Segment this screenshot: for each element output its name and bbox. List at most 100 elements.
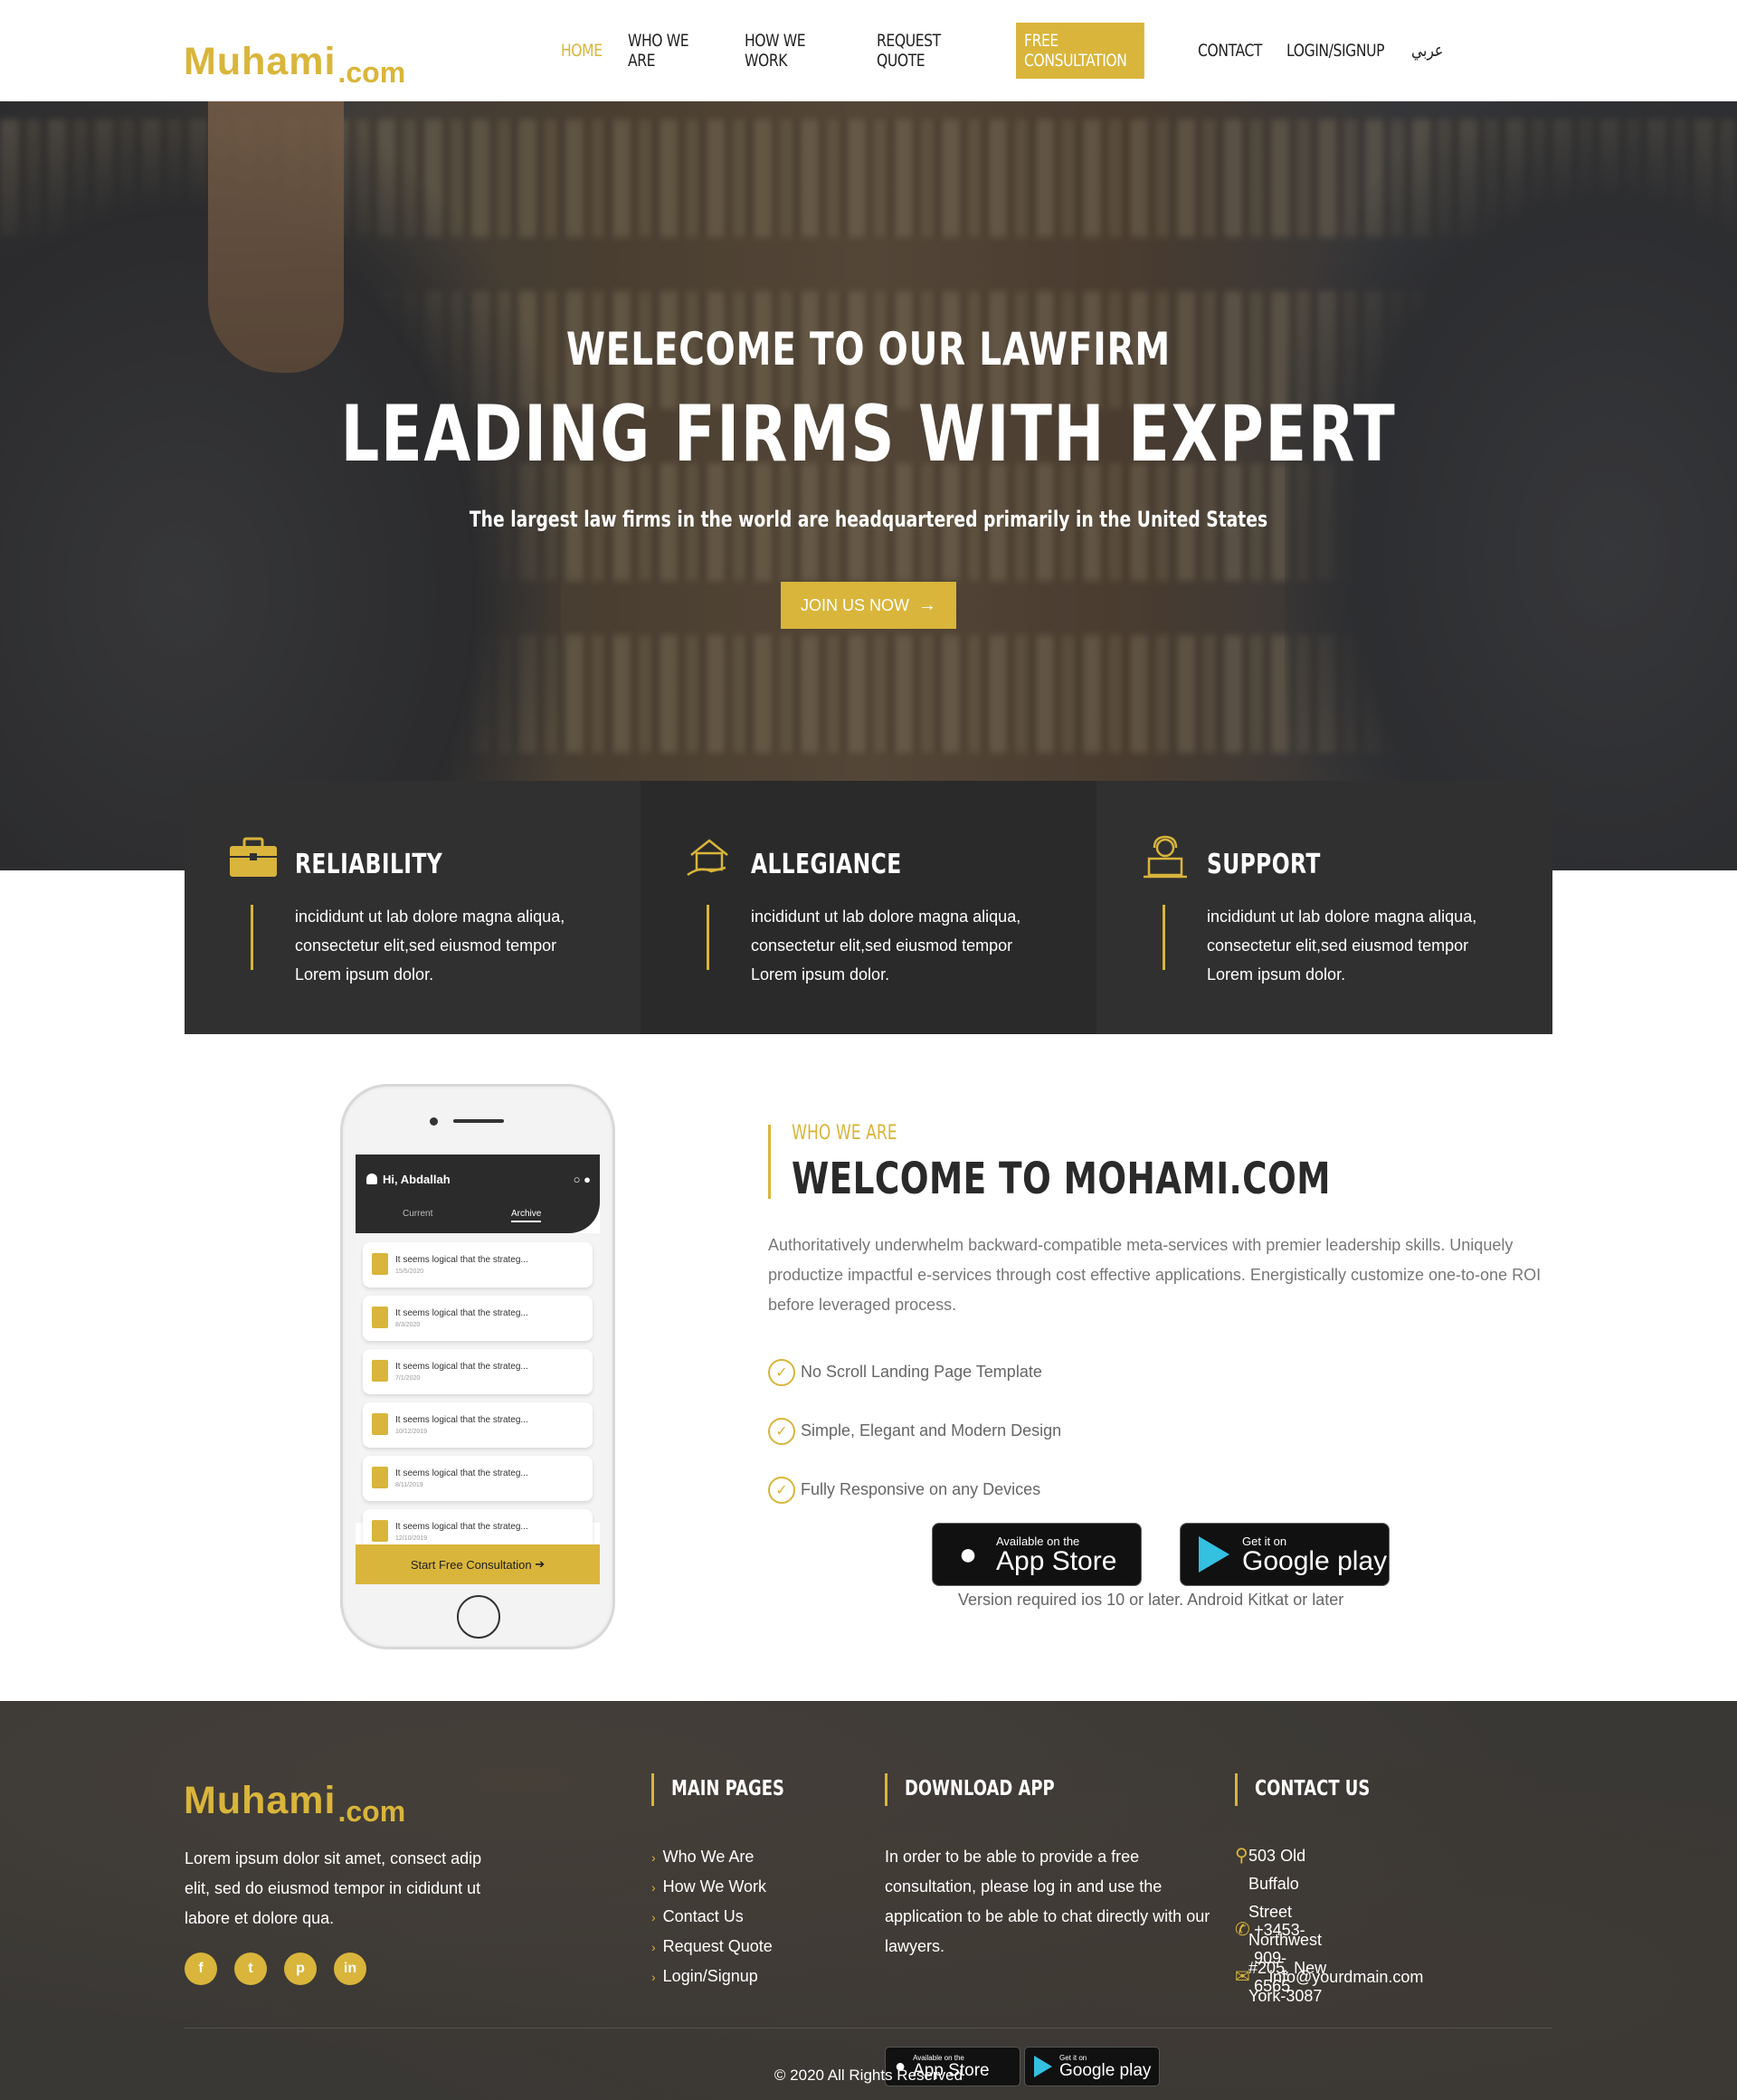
facebook-icon[interactable]: f	[185, 1953, 217, 1985]
hero-section: WELECOME TO OUR LAWFIRM LEADING FIRMS WI…	[0, 101, 1737, 870]
app-list-item: It seems logical that the strateg... 10/1…	[363, 1402, 593, 1448]
join-us-button[interactable]: JOIN US NOW →	[781, 582, 956, 629]
app-item-date: 12/10/2019	[395, 1535, 428, 1542]
check-badge-icon: ✓	[768, 1476, 795, 1504]
app-item-title: It seems logical that the strateg...	[395, 1522, 528, 1532]
feature-check-text: No Scroll Landing Page Template	[801, 1363, 1042, 1381]
feature-check-text: Fully Responsive on any Devices	[801, 1480, 1041, 1498]
social-links: f t p in	[185, 1953, 384, 1985]
email-text[interactable]: info@yourdmain.com	[1269, 1963, 1423, 1991]
nav-login-signup[interactable]: LOGIN/SIGNUP	[1286, 41, 1384, 61]
join-us-label: JOIN US NOW	[801, 595, 909, 614]
nav-request-quote[interactable]: REQUEST QUOTE	[877, 31, 970, 71]
app-store-text: Available on the App Store	[996, 1535, 1116, 1575]
footer-link[interactable]: › Login/Signup	[651, 1962, 773, 1991]
google-play-big: Google play	[1242, 1545, 1388, 1576]
app-consultation-list: It seems logical that the strateg... 15/5…	[356, 1233, 600, 1554]
app-list-item: It seems logical that the strateg... 7/1/…	[363, 1349, 593, 1394]
document-icon	[372, 1253, 388, 1275]
site-footer: Muhami .com Lorem ipsum dolor sit amet, …	[0, 1701, 1737, 2100]
nav-who-we-are[interactable]: WHO WE ARE	[628, 31, 703, 71]
feature-card-support: SUPPORT incididunt ut lab dolore magna a…	[1096, 781, 1552, 1034]
user-icon	[366, 1174, 377, 1184]
nav-home[interactable]: HOME	[561, 41, 603, 61]
house-hand-icon	[687, 839, 728, 877]
document-icon	[372, 1520, 388, 1542]
footer-accent-bar	[885, 1773, 887, 1806]
footer-link[interactable]: › Request Quote	[651, 1932, 773, 1962]
app-user: Hi, Abdallah	[366, 1173, 451, 1186]
google-play-icon	[1199, 1536, 1229, 1573]
feature-title: ALLEGIANCE	[751, 849, 902, 880]
feature-divider	[251, 905, 253, 970]
footer-link-label: Login/Signup	[662, 1967, 758, 1985]
footer-link[interactable]: › How We Work	[651, 1872, 773, 1902]
logo-suffix-text: .com	[337, 1795, 406, 1828]
more-icon: ●	[584, 1173, 591, 1186]
feature-check-item: ✓ Fully Responsive on any Devices	[768, 1460, 1061, 1519]
app-greeting: Hi, Abdallah	[383, 1173, 451, 1186]
footer-link-label: Contact Us	[662, 1907, 744, 1925]
app-item-title: It seems logical that the strateg...	[395, 1362, 528, 1372]
feature-check-item: ✓ Simple, Elegant and Modern Design	[768, 1402, 1061, 1460]
nav-language-arabic[interactable]: عربي	[1411, 41, 1444, 61]
app-store-big: App Store	[996, 1545, 1117, 1576]
footer-download-text: In order to be able to provide a free co…	[885, 1848, 1210, 1955]
hero-subtitle: The largest law firms in the world are h…	[469, 507, 1268, 532]
footer-heading: CONTACT US	[1255, 1777, 1371, 1801]
footer-link-label: How We Work	[662, 1877, 767, 1896]
footer-heading: DOWNLOAD APP	[905, 1777, 1055, 1801]
app-tab-current: Current	[403, 1209, 433, 1219]
app-store-button[interactable]: ● Available on the App Store	[932, 1523, 1142, 1586]
app-item-title: It seems logical that the strateg...	[395, 1255, 528, 1265]
nav-how-we-work[interactable]: HOW WE WORK	[745, 31, 832, 71]
hero-welcome: WELECOME TO OUR LAWFIRM	[566, 323, 1171, 375]
linkedin-icon[interactable]: in	[334, 1953, 366, 1985]
phone-camera	[430, 1117, 438, 1126]
pinterest-icon[interactable]: p	[284, 1953, 317, 1985]
apple-icon: ●	[958, 1536, 978, 1572]
app-item-date: 7/1/2020	[395, 1375, 421, 1382]
app-list-item: It seems logical that the strateg... 8/11…	[363, 1456, 593, 1501]
phone-mockup: Hi, Abdallah ○ ● Current Archive It seem…	[340, 1084, 615, 1649]
phone-screen: Hi, Abdallah ○ ● Current Archive It seem…	[356, 1155, 600, 1584]
feature-title: RELIABILITY	[295, 849, 443, 880]
nav-free-consultation-button[interactable]: FREE CONSULTATION	[1016, 23, 1144, 79]
search-icon: ○	[573, 1173, 581, 1186]
logo-main-text: Muhami	[184, 40, 337, 83]
copyright: © 2020 All Rights Reserved	[774, 2067, 963, 2084]
mail-icon: ✉	[1235, 1967, 1250, 1987]
app-list-item: It seems logical that the strateg... 15/5…	[363, 1242, 593, 1288]
arrow-circle-icon: ➔	[535, 1557, 546, 1571]
site-logo[interactable]: Muhami .com	[184, 27, 405, 88]
about-accent-bar	[768, 1125, 771, 1199]
feature-card-allegiance: ALLEGIANCE incididunt ut lab dolore magn…	[641, 781, 1096, 1034]
google-play-button[interactable]: Get it on Google play	[1180, 1523, 1390, 1586]
nav-contact[interactable]: CONTACT	[1198, 41, 1262, 61]
app-item-date: 10/12/2019	[395, 1429, 428, 1435]
footer-accent-bar	[1235, 1773, 1238, 1806]
app-item-title: It seems logical that the strateg...	[395, 1308, 528, 1318]
phone-home-button	[457, 1595, 500, 1639]
arrow-right-icon: →	[918, 594, 936, 615]
chevron-right-icon: ›	[651, 1970, 656, 1984]
document-icon	[372, 1307, 388, 1328]
app-start-consultation-button: Start Free Consultation ➔	[356, 1544, 600, 1584]
support-agent-icon	[1144, 835, 1187, 879]
twitter-icon[interactable]: t	[234, 1953, 267, 1985]
feature-text: incididunt ut lab dolore magna aliqua, c…	[295, 907, 565, 983]
footer-accent-bar	[651, 1773, 654, 1806]
feature-text: incididunt ut lab dolore magna aliqua, c…	[1207, 907, 1477, 983]
document-icon	[372, 1413, 388, 1435]
app-header: Hi, Abdallah ○ ● Current Archive	[356, 1155, 600, 1233]
about-feature-list: ✓ No Scroll Landing Page Template ✓ Simple…	[768, 1343, 1061, 1519]
footer-logo[interactable]: Muhami .com	[184, 1766, 405, 1827]
logo-suffix-text: .com	[337, 56, 406, 89]
footer-link[interactable]: › Who We Are	[651, 1842, 773, 1872]
footer-link[interactable]: › Contact Us	[651, 1902, 773, 1932]
app-header-icons: ○ ●	[574, 1173, 591, 1186]
feature-check-item: ✓ No Scroll Landing Page Template	[768, 1343, 1061, 1402]
footer-links: › Who We Are › How We Work › Contact Us › Re…	[651, 1842, 773, 1991]
feature-divider	[707, 905, 709, 970]
app-item-date: 15/5/2020	[395, 1269, 424, 1275]
